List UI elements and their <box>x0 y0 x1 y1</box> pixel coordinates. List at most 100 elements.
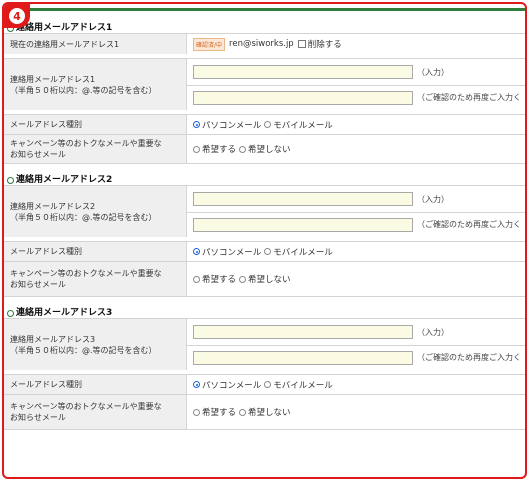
email-confirm-line: （ご確認のため再度ご入力く <box>187 84 525 110</box>
radio-label: パソコンメール <box>202 380 262 391</box>
section-heading-email2: 連絡用メールアドレス2 <box>4 164 525 185</box>
email-type-label: メールアドレス種別 <box>4 115 187 134</box>
delete-checkbox[interactable] <box>297 40 306 48</box>
email-input[interactable] <box>193 65 413 79</box>
promo-mail-label: キャンペーン等のおトクなメールや重要な お知らせメール <box>4 262 187 296</box>
label-line1: 連絡用メールアドレス1 <box>10 74 96 84</box>
email-confirm-input[interactable] <box>193 217 413 232</box>
label-line2: お知らせメール <box>10 280 66 289</box>
status-badge: 確認済/中 <box>193 37 226 51</box>
radio-label: 希望する <box>202 145 237 155</box>
current-email-value: 確認済/中 ren@siworks.jp 削除する <box>187 34 525 54</box>
email-confirm-line: （ご確認のため再度ご入力く <box>187 211 525 237</box>
email-type-row: メールアドレス種別 パソコンメール モバイルメール <box>4 114 525 134</box>
email-settings-form: 連絡用メールアドレス1 現在の連絡用メールアドレス1 確認済/中 ren@siw… <box>4 16 525 430</box>
label-line2: お知らせメール <box>10 413 66 422</box>
label-line1: 連絡用メールアドレス3 <box>10 334 96 344</box>
email-input-row: 連絡用メールアドレス2 （半角５０桁以内：@.等の記号を含む） （入力） （ご確… <box>4 185 525 237</box>
radio-label: パソコンメール <box>202 247 262 258</box>
radio-promo-yes[interactable]: 希望する <box>193 143 236 155</box>
email-input[interactable] <box>193 192 413 206</box>
promo-mail-options: 希望する 希望しない <box>187 262 525 296</box>
email-input-cell: （入力） （ご確認のため再度ご入力く <box>187 186 525 237</box>
step-badge: 4 <box>4 4 30 28</box>
section-title: 連絡用メールアドレス1 <box>16 23 113 33</box>
radio-label: 希望しない <box>248 145 291 155</box>
radio-label: 希望しない <box>248 275 291 285</box>
radio-mobile-mail[interactable]: モバイルメール <box>264 379 333 391</box>
email-confirm-input[interactable] <box>193 350 413 365</box>
radio-promo-no[interactable]: 希望しない <box>239 273 291 285</box>
email-confirm-input[interactable] <box>193 90 413 105</box>
section-heading-email3: 連絡用メールアドレス3 <box>4 297 525 318</box>
label-line1: キャンペーン等のおトクなメールや重要な <box>10 269 162 278</box>
email-type-row: メールアドレス種別 パソコンメール モバイルメール <box>4 374 525 394</box>
step-number: 4 <box>9 8 25 24</box>
section-title: 連絡用メールアドレス3 <box>16 308 113 318</box>
confirm-note: （ご確認のため再度ご入力く <box>417 220 521 229</box>
current-email-label: 現在の連絡用メールアドレス1 <box>4 34 187 54</box>
radio-label: モバイルメール <box>273 120 333 131</box>
email-type-label: メールアドレス種別 <box>4 242 187 261</box>
radio-label: モバイルメール <box>273 380 333 391</box>
radio-promo-yes[interactable]: 希望する <box>193 406 236 418</box>
promo-mail-row: キャンペーン等のおトクなメールや重要な お知らせメール 希望する 希望しない <box>4 134 525 164</box>
email-type-options: パソコンメール モバイルメール <box>187 375 525 394</box>
header-strip <box>28 8 525 11</box>
promo-mail-label: キャンペーン等のおトクなメールや重要な お知らせメール <box>4 135 187 163</box>
radio-label: モバイルメール <box>273 247 333 258</box>
promo-mail-row: キャンペーン等のおトクなメールや重要な お知らせメール 希望する 希望しない <box>4 394 525 430</box>
label-line1: 連絡用メールアドレス2 <box>10 201 96 211</box>
promo-mail-options: 希望する 希望しない <box>187 135 525 163</box>
email-type-options: パソコンメール モバイルメール <box>187 115 525 134</box>
promo-mail-label: キャンペーン等のおトクなメールや重要な お知らせメール <box>4 395 187 429</box>
radio-pc-mail[interactable]: パソコンメール <box>193 379 261 391</box>
input-note: （入力） <box>417 327 449 337</box>
email-confirm-line: （ご確認のため再度ご入力く <box>187 344 525 370</box>
highlight-frame: 4 連絡用メールアドレス1 現在の連絡用メールアドレス1 確認済/中 ren@s… <box>2 2 527 479</box>
radio-mobile-mail[interactable]: モバイルメール <box>264 246 333 258</box>
current-email-row: 現在の連絡用メールアドレス1 確認済/中 ren@siworks.jp 削除する <box>4 33 525 54</box>
email-type-label: メールアドレス種別 <box>4 375 187 394</box>
radio-label: パソコンメール <box>202 120 262 131</box>
radio-promo-no[interactable]: 希望しない <box>239 406 291 418</box>
email-input-line: （入力） <box>187 320 525 345</box>
label-line2: （半角５０桁以内：@.等の記号を含む） <box>10 85 157 95</box>
email-input-label: 連絡用メールアドレス3 （半角５０桁以内：@.等の記号を含む） <box>4 319 187 370</box>
email-type-options: パソコンメール モバイルメール <box>187 242 525 261</box>
radio-pc-mail[interactable]: パソコンメール <box>193 119 261 131</box>
current-email-address: ren@siworks.jp <box>229 39 294 49</box>
promo-mail-options: 希望する 希望しない <box>187 395 525 429</box>
radio-promo-no[interactable]: 希望しない <box>239 143 291 155</box>
promo-mail-row: キャンペーン等のおトクなメールや重要な お知らせメール 希望する 希望しない <box>4 261 525 297</box>
email-input-line: （入力） <box>187 60 525 85</box>
heading-bullet-icon <box>7 310 14 317</box>
radio-promo-yes[interactable]: 希望する <box>193 273 236 285</box>
delete-label: 削除する <box>307 40 342 50</box>
input-note: （入力） <box>417 67 449 77</box>
email-input[interactable] <box>193 325 413 339</box>
radio-label: 希望する <box>202 275 237 285</box>
label-line2: （半角５０桁以内：@.等の記号を含む） <box>10 345 157 355</box>
confirm-note: （ご確認のため再度ご入力く <box>417 93 521 102</box>
email-input-cell: （入力） （ご確認のため再度ご入力く <box>187 319 525 370</box>
section-heading-email1: 連絡用メールアドレス1 <box>4 16 525 33</box>
radio-pc-mail[interactable]: パソコンメール <box>193 246 261 258</box>
email-input-line: （入力） <box>187 187 525 212</box>
radio-label: 希望する <box>202 408 237 418</box>
input-note: （入力） <box>417 194 449 204</box>
email-input-row: 連絡用メールアドレス1 （半角５０桁以内：@.等の記号を含む） （入力） （ご確… <box>4 58 525 110</box>
email-input-label: 連絡用メールアドレス1 （半角５０桁以内：@.等の記号を含む） <box>4 59 187 110</box>
radio-label: 希望しない <box>248 408 291 418</box>
radio-mobile-mail[interactable]: モバイルメール <box>264 119 333 131</box>
email-input-label: 連絡用メールアドレス2 （半角５０桁以内：@.等の記号を含む） <box>4 186 187 237</box>
email-type-row: メールアドレス種別 パソコンメール モバイルメール <box>4 241 525 261</box>
label-line1: キャンペーン等のおトクなメールや重要な <box>10 402 162 411</box>
label-line2: お知らせメール <box>10 150 66 159</box>
section-title: 連絡用メールアドレス2 <box>16 175 113 185</box>
label-line1: キャンペーン等のおトクなメールや重要な <box>10 139 162 148</box>
heading-bullet-icon <box>7 177 14 184</box>
email-input-row: 連絡用メールアドレス3 （半角５０桁以内：@.等の記号を含む） （入力） （ご確… <box>4 318 525 370</box>
confirm-note: （ご確認のため再度ご入力く <box>417 353 521 362</box>
email-input-cell: （入力） （ご確認のため再度ご入力く <box>187 59 525 110</box>
